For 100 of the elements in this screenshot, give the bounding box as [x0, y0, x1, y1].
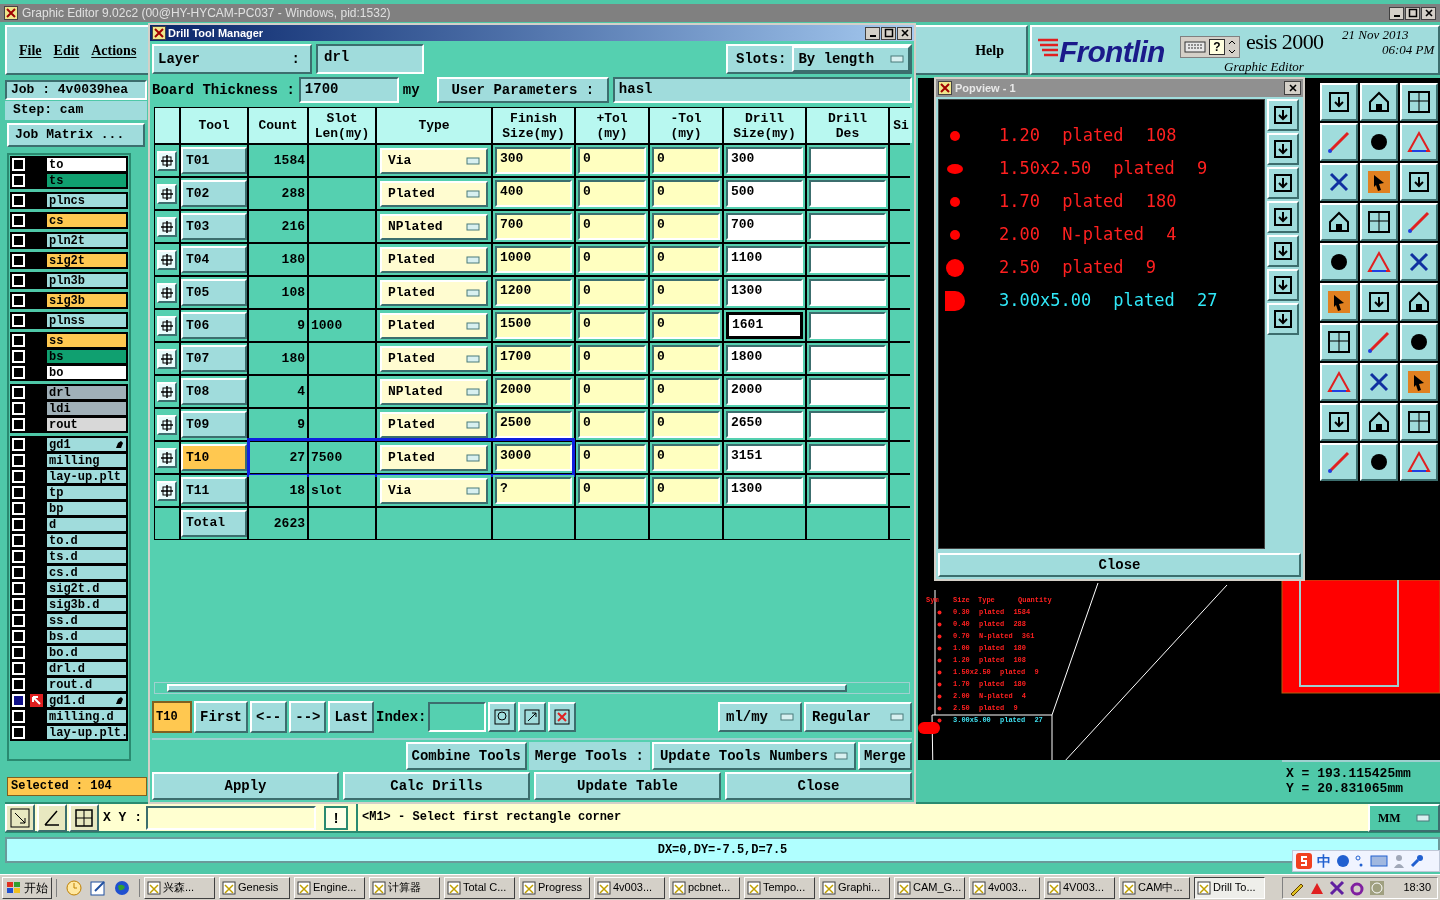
plus-tolerance-field[interactable]: 0: [578, 477, 646, 504]
minus-tolerance-field[interactable]: 0: [652, 213, 720, 240]
navigation-button[interactable]: <--: [250, 701, 288, 733]
tool-button[interactable]: T08: [181, 378, 247, 405]
toolbar-button[interactable]: [1320, 203, 1358, 241]
drill-description-field[interactable]: [809, 213, 886, 240]
layer-checkbox[interactable]: [12, 158, 25, 171]
toolbar-button[interactable]: [1400, 243, 1438, 281]
type-dropdown[interactable]: NPlated: [380, 378, 488, 405]
layer-name[interactable]: cs: [47, 214, 126, 227]
navigation-button[interactable]: -->: [289, 701, 327, 733]
drill-description-field[interactable]: [809, 477, 886, 504]
plus-tolerance-field[interactable]: 0: [578, 180, 646, 207]
menu-item[interactable]: Help: [975, 39, 1004, 61]
toolbar-button[interactable]: [1360, 283, 1398, 321]
alert-button[interactable]: !: [324, 805, 348, 830]
drill-size-field[interactable]: 1300: [726, 279, 803, 306]
toolbar-button[interactable]: [1400, 323, 1438, 361]
layer-checkbox[interactable]: [12, 630, 25, 643]
toolbar-button[interactable]: [1360, 363, 1398, 401]
finish-size-field[interactable]: 3000: [495, 444, 572, 471]
toolbar-button[interactable]: [1267, 99, 1299, 131]
taskbar-button[interactable]: 4v003...: [969, 876, 1040, 899]
plus-tolerance-field[interactable]: 0: [578, 444, 646, 471]
layer-name[interactable]: bo.d: [47, 646, 126, 659]
layer-name[interactable]: bs.d: [47, 630, 126, 643]
layer-name[interactable]: milling.d: [47, 710, 126, 723]
merge-button[interactable]: Merge: [858, 742, 912, 770]
layer-name[interactable]: bs: [47, 350, 126, 363]
layer-checkbox[interactable]: [12, 598, 25, 611]
layer-name[interactable]: gd1.d: [47, 694, 126, 707]
layer-checkbox[interactable]: [12, 274, 25, 287]
user-parameters-button[interactable]: User Parameters :: [436, 77, 609, 103]
expand-button[interactable]: [157, 480, 177, 501]
tool-button[interactable]: T10: [181, 444, 247, 471]
layer-checkbox[interactable]: [12, 518, 25, 531]
layer-checkbox[interactable]: [12, 402, 25, 415]
toolbar-button[interactable]: [1400, 363, 1438, 401]
plus-tolerance-field[interactable]: 0: [578, 312, 646, 339]
expand-button[interactable]: [157, 414, 177, 435]
layer-checkbox[interactable]: [12, 582, 25, 595]
toolbar-button[interactable]: [1267, 133, 1299, 165]
plus-tolerance-field[interactable]: 0: [578, 345, 646, 372]
index-field[interactable]: [428, 702, 487, 732]
taskbar-button[interactable]: Graphi...: [819, 876, 890, 899]
layer-checkbox[interactable]: [12, 194, 25, 207]
layer-name[interactable]: bp: [47, 502, 126, 515]
layer-name[interactable]: rout.d: [47, 678, 126, 691]
layer-checkbox[interactable]: [12, 550, 25, 563]
close-button[interactable]: [897, 26, 912, 40]
taskbar-button[interactable]: Engine...: [294, 876, 365, 899]
layer-checkbox[interactable]: [12, 694, 25, 707]
taskbar-button[interactable]: pcbnet...: [669, 876, 740, 899]
layer-name[interactable]: ts.d: [47, 550, 126, 563]
renumber-dropdown[interactable]: Update Tools Numbers: [651, 742, 856, 770]
layer-name[interactable]: ss: [47, 334, 126, 347]
coordinate-field[interactable]: [146, 805, 316, 830]
layer-checkbox[interactable]: [12, 174, 25, 187]
toolbar-button[interactable]: [1400, 83, 1438, 121]
minus-tolerance-field[interactable]: 0: [652, 345, 720, 372]
drill-description-field[interactable]: [809, 411, 886, 438]
expand-button[interactable]: [157, 282, 177, 303]
taskbar-button[interactable]: Tempo...: [744, 876, 815, 899]
layer-checkbox[interactable]: [12, 334, 25, 347]
expand-button[interactable]: [157, 381, 177, 402]
drill-description-field[interactable]: [809, 279, 886, 306]
plus-tolerance-field[interactable]: 0: [578, 411, 646, 438]
layer-checkbox[interactable]: [12, 314, 25, 327]
toolbar-button[interactable]: [1360, 443, 1398, 481]
layer-checkbox[interactable]: [12, 566, 25, 579]
drill-description-field[interactable]: [809, 246, 886, 273]
drill-description-field[interactable]: [809, 345, 886, 372]
tool-button[interactable]: [37, 803, 67, 832]
drill-size-field[interactable]: 1100: [726, 246, 803, 273]
tool-button[interactable]: T11: [181, 477, 247, 504]
type-dropdown[interactable]: Plated: [380, 312, 488, 339]
plus-tolerance-field[interactable]: 0: [578, 279, 646, 306]
toolbar-button[interactable]: [1320, 243, 1358, 281]
layer-checkbox[interactable]: [12, 502, 25, 515]
toolbar-button[interactable]: [1320, 403, 1358, 441]
layer-field[interactable]: drl: [316, 44, 424, 74]
expand-button[interactable]: [157, 216, 177, 237]
taskbar-button[interactable]: 兴森...: [144, 876, 215, 899]
finish-size-field[interactable]: ?: [495, 477, 572, 504]
minus-tolerance-field[interactable]: 0: [652, 444, 720, 471]
tool-button[interactable]: T02: [181, 180, 247, 207]
taskbar-button[interactable]: Progress: [519, 876, 590, 899]
type-dropdown[interactable]: Via: [380, 147, 488, 174]
drill-size-field[interactable]: 2650: [726, 411, 803, 438]
taskbar-button[interactable]: 计算器: [369, 876, 440, 899]
layer-checkbox[interactable]: [12, 366, 25, 379]
type-dropdown[interactable]: Plated: [380, 246, 488, 273]
input-mode-label[interactable]: 中: [1317, 850, 1331, 872]
layer-name[interactable]: pln3b: [47, 274, 126, 287]
toolbar-button[interactable]: [1360, 403, 1398, 441]
tool-button[interactable]: T04: [181, 246, 247, 273]
drill-size-field[interactable]: 1601: [726, 312, 803, 339]
toolbar-button[interactable]: [1320, 283, 1358, 321]
layer-name[interactable]: to.d: [47, 534, 126, 547]
layer-name[interactable]: plnss: [47, 314, 126, 327]
